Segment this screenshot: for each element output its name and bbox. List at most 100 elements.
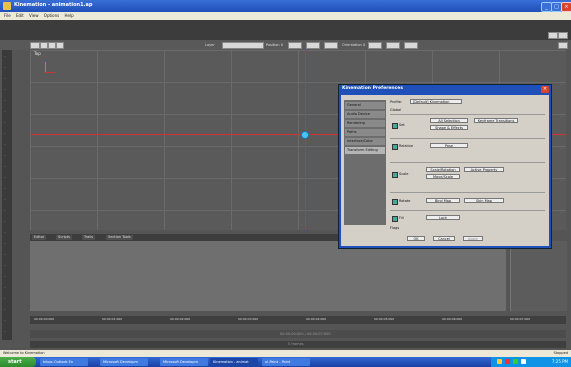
ok-button[interactable]: OK bbox=[407, 236, 425, 241]
ruler-mark: – bbox=[4, 109, 6, 113]
cancel-button[interactable]: Cancel bbox=[433, 236, 455, 241]
status-state: Stopped bbox=[553, 351, 568, 355]
menu-file[interactable]: File bbox=[4, 13, 11, 18]
option-button[interactable]: Keyframe Transitions bbox=[474, 118, 518, 123]
minimize-panel-icon[interactable] bbox=[548, 32, 558, 39]
ruler-mark: – bbox=[4, 263, 6, 267]
orientation-z-field[interactable] bbox=[404, 42, 418, 49]
fill-checkbox[interactable] bbox=[392, 216, 398, 222]
menu-options[interactable]: Options bbox=[44, 13, 59, 18]
frame-bar: 0 frames bbox=[30, 341, 566, 348]
scale-checkbox[interactable] bbox=[392, 172, 398, 178]
category-interface-color[interactable]: Interface/Color bbox=[345, 138, 385, 145]
view-mode-button[interactable] bbox=[30, 42, 40, 49]
relative-checkbox[interactable] bbox=[392, 144, 398, 150]
setting-group: Fill Lock bbox=[390, 210, 545, 225]
timeline-ruler[interactable]: 00:00:00:000 00:00:01:000 00:00:02:000 0… bbox=[30, 316, 566, 324]
row-label: Fill bbox=[399, 216, 404, 220]
apply-button[interactable]: Apply bbox=[463, 236, 483, 241]
camera-icon[interactable] bbox=[40, 42, 48, 49]
ruler-mark: – bbox=[4, 54, 6, 58]
gizmo-y-axis bbox=[45, 62, 46, 72]
option-button[interactable]: Skin Map bbox=[464, 198, 504, 203]
window-title: Kinemation - animation1.ap bbox=[14, 2, 93, 8]
orientation-x-field[interactable] bbox=[368, 42, 382, 49]
taskbar-item[interactable]: Microsoft Developm bbox=[100, 358, 148, 366]
editor-panel[interactable] bbox=[30, 241, 506, 311]
option-button[interactable]: Bind Map bbox=[426, 198, 460, 203]
tab-editor[interactable]: Editor bbox=[32, 235, 47, 240]
ruler-mark: – bbox=[4, 65, 6, 69]
ruler-mark: – bbox=[4, 164, 6, 168]
category-paths[interactable]: Paths bbox=[345, 129, 385, 136]
timeline-tick: 00:00:03:000 bbox=[238, 317, 259, 321]
taskbar-item[interactable]: Inbox-Outlook Ex bbox=[40, 358, 88, 366]
option-button[interactable]: Active Property bbox=[464, 167, 504, 172]
dialog-body: General Audio Device Rendering Paths Int… bbox=[341, 95, 549, 246]
viewport-options-icon[interactable] bbox=[558, 42, 568, 49]
zoom-icon[interactable] bbox=[48, 42, 56, 49]
timeline-tick: 00:00:01:000 bbox=[102, 317, 123, 321]
ruler-mark: – bbox=[4, 87, 6, 91]
category-general[interactable]: General bbox=[345, 102, 385, 109]
top-toolbar bbox=[0, 20, 571, 40]
ruler-mark: – bbox=[4, 120, 6, 124]
preferences-dialog: Kinemation Preferences × General Audio D… bbox=[338, 84, 552, 249]
settings-pane: Profile: [Default] Kinemation Global Set… bbox=[390, 99, 545, 235]
ruler-mark: – bbox=[4, 241, 6, 245]
network-icon[interactable] bbox=[513, 359, 518, 364]
time-scrubber[interactable]: 00:00:00:000 / 00:00:07:000 bbox=[30, 330, 566, 338]
option-button[interactable]: Move/Scale bbox=[426, 174, 460, 179]
ruler-mark: – bbox=[4, 252, 6, 256]
position-y-field[interactable] bbox=[306, 42, 320, 49]
layer-select[interactable] bbox=[222, 42, 264, 49]
volume-icon[interactable] bbox=[497, 359, 502, 364]
option-button[interactable]: All Selection bbox=[430, 118, 468, 123]
option-button[interactable]: Shape & Effects bbox=[430, 125, 468, 130]
menu-help[interactable]: Help bbox=[65, 13, 74, 18]
messenger-icon[interactable] bbox=[521, 359, 526, 364]
close-button[interactable]: × bbox=[561, 2, 571, 12]
timeline-tick: 00:00:07:000 bbox=[510, 317, 531, 321]
option-button[interactable]: Pose bbox=[430, 143, 468, 148]
tab-trails[interactable]: Trails bbox=[82, 235, 95, 240]
close-panel-icon[interactable] bbox=[558, 32, 568, 39]
category-transform-editing[interactable]: Transform Editing bbox=[345, 147, 385, 154]
window-titlebar: Kinemation - animation1.ap _ □ × bbox=[0, 0, 571, 12]
option-button[interactable]: Lock bbox=[426, 215, 460, 220]
app-icon bbox=[3, 2, 11, 10]
ruler-mark: – bbox=[4, 329, 6, 333]
pan-icon[interactable] bbox=[56, 42, 64, 49]
viewport-toolbar: Layer Position X Orientation X bbox=[0, 40, 571, 50]
category-rendering[interactable]: Rendering bbox=[345, 120, 385, 127]
setting-group: Relative Pose bbox=[390, 138, 545, 153]
rotate-checkbox[interactable] bbox=[392, 199, 398, 205]
dialog-close-button[interactable]: × bbox=[541, 86, 549, 93]
taskbar-item[interactable]: Microsoft Developm bbox=[160, 358, 208, 366]
position-z-field[interactable] bbox=[324, 42, 338, 49]
orientation-y-field[interactable] bbox=[386, 42, 400, 49]
origin-handle[interactable] bbox=[301, 131, 309, 139]
ruler-mark: – bbox=[4, 219, 6, 223]
taskbar-item[interactable]: ui-Paint - Paint bbox=[262, 358, 310, 366]
category-audio-device[interactable]: Audio Device bbox=[345, 111, 385, 118]
menu-view[interactable]: View bbox=[29, 13, 39, 18]
position-x-field[interactable] bbox=[288, 42, 302, 49]
ruler-mark: – bbox=[4, 197, 6, 201]
option-button[interactable]: Scale/Rotation bbox=[426, 167, 460, 172]
menu-edit[interactable]: Edit bbox=[16, 13, 24, 18]
properties-panel[interactable] bbox=[510, 241, 567, 311]
security-icon[interactable] bbox=[505, 359, 510, 364]
dialog-title: Kinemation Preferences bbox=[342, 86, 404, 91]
setting-group: Scale Scale/Rotation Active Property Mov… bbox=[390, 162, 545, 185]
frame-readout: 0 frames bbox=[288, 342, 304, 346]
tab-scripts[interactable]: Scripts bbox=[56, 235, 72, 240]
ruler-mark: – bbox=[4, 131, 6, 135]
layer-label: Layer bbox=[205, 43, 215, 47]
ruler-mark: – bbox=[4, 76, 6, 80]
set-checkbox[interactable] bbox=[392, 123, 398, 129]
tab-section-tools[interactable]: Section Tools bbox=[106, 235, 133, 240]
taskbar-item-active[interactable]: Kinemation - animat bbox=[210, 358, 258, 366]
profile-select[interactable]: [Default] Kinemation bbox=[410, 99, 462, 104]
start-button[interactable]: start bbox=[0, 357, 36, 367]
